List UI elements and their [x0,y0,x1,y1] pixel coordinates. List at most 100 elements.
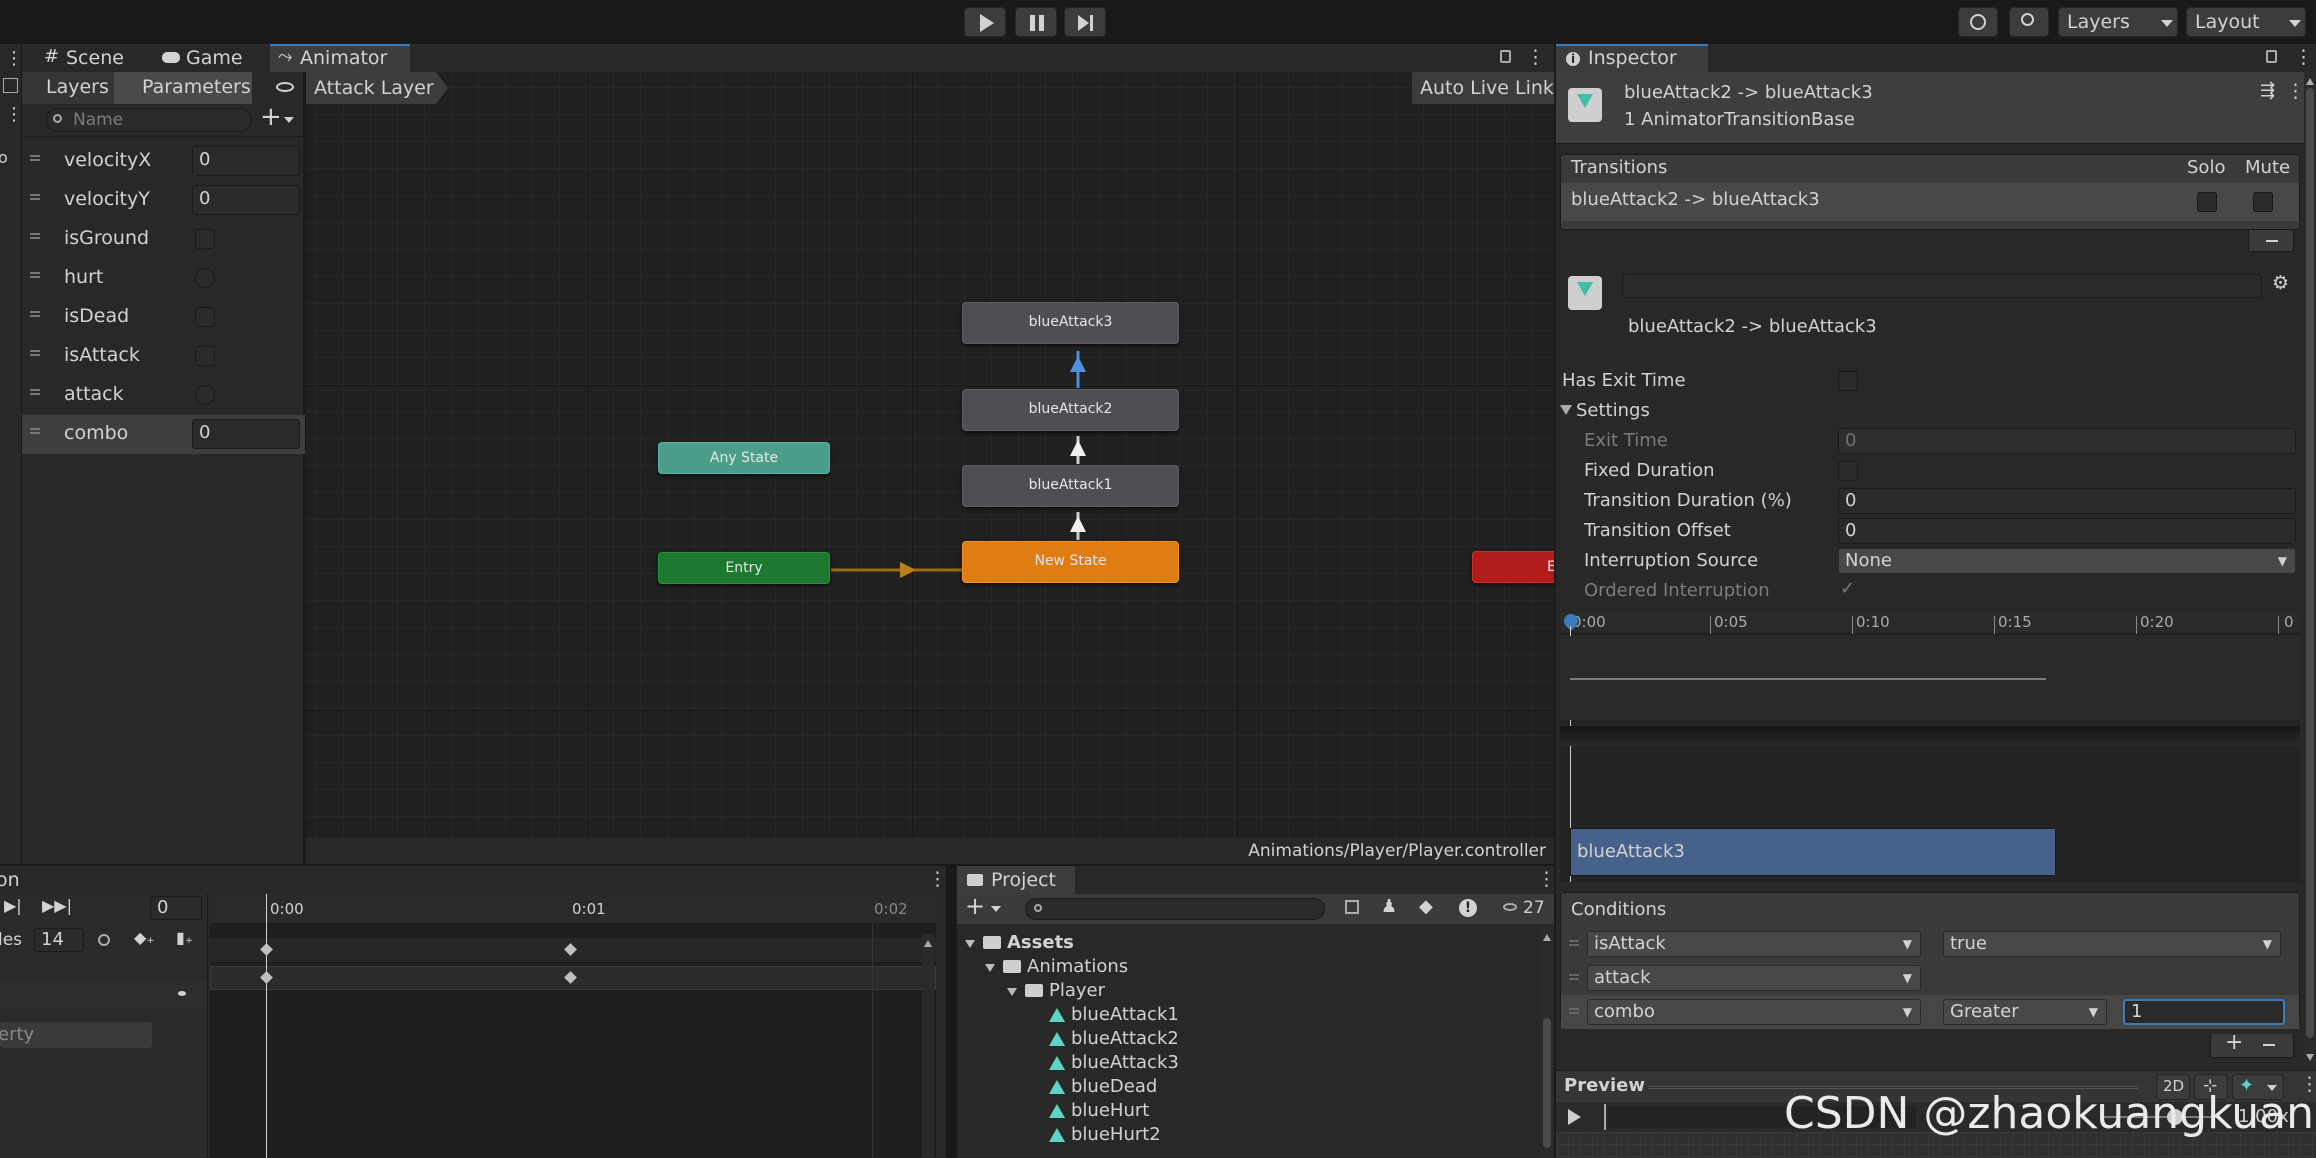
parameter-row-selected[interactable]: combo 0 [22,415,305,454]
dopesheet-scrollbar[interactable] [922,934,934,1158]
tab-game[interactable]: Game [156,44,266,72]
warning-icon[interactable]: ! [1459,899,1477,917]
more-options-icon[interactable]: ⋮ [2294,46,2313,68]
parameter-name[interactable]: isDead [64,305,129,327]
parameter-row[interactable]: velocityX 0 [22,142,305,181]
project-search-input[interactable] [1025,898,1325,920]
tree-item-animations[interactable]: Animations [985,956,1385,980]
condition-parameter-dropdown[interactable]: isAttack ▼ [1587,931,1921,957]
scroll-thumb[interactable] [1543,1018,1551,1148]
more-options-icon[interactable]: ⋮ [5,104,23,125]
preview-play-button[interactable] [1568,1109,1581,1125]
state-node-blueattack3[interactable]: blueAttack3 [962,302,1179,344]
panel-icon[interactable] [3,78,18,93]
drag-handle-icon[interactable] [30,428,40,434]
preset-icon[interactable]: ⇶ [2260,80,2275,101]
layers-dropdown[interactable]: Layers [2058,7,2178,37]
drag-handle-icon[interactable] [30,233,40,239]
more-options-icon[interactable]: ⋮ [5,48,23,69]
condition-row[interactable]: isAttack ▼ true ▼ [1561,927,2299,961]
parameter-name[interactable]: combo [64,422,128,444]
crosshair-icon[interactable] [98,934,110,946]
scroll-up-icon[interactable] [2306,78,2314,85]
tree-item-anim[interactable]: blueHurt2 [1049,1124,1349,1148]
add-parameter-button[interactable]: + [258,102,302,132]
lock-icon[interactable] [2266,50,2277,63]
condition-mode-dropdown[interactable]: true ▼ [1943,931,2281,957]
tab-scene[interactable]: # Scene [36,44,146,72]
drag-handle-icon[interactable] [1569,940,1579,946]
animator-graph[interactable]: Attack Layer Auto Live Link blueAttack3 … [306,72,1554,864]
drag-handle-icon[interactable] [30,389,40,395]
tab-inspector[interactable]: i Inspector [1556,44,1708,72]
any-state-node[interactable]: Any State [658,442,830,474]
parameter-int-field[interactable]: 0 [192,419,300,449]
timeline-ruler[interactable]: 0:00 0:05 0:10 0:15 0:20 0 [1560,612,2300,634]
search-options-icon[interactable] [1345,900,1359,914]
parameter-row[interactable]: isGround [22,220,305,259]
exit-node[interactable]: E [1472,551,1554,583]
transition-timeline[interactable]: 0:00 0:05 0:10 0:15 0:20 0 blueAttack3 [1560,612,2300,882]
drag-handle-icon[interactable] [30,272,40,278]
parameter-bool-checkbox[interactable] [195,229,215,249]
pause-button[interactable] [1015,7,1057,37]
parameter-name[interactable]: attack [64,383,124,405]
tree-item-assets[interactable]: Assets [965,932,1365,956]
parameter-float-field[interactable]: 0 [192,185,300,215]
transition-duration-field[interactable]: 0 [1838,488,2296,514]
parameter-search-input[interactable]: Name [46,108,252,132]
tab-layers[interactable]: Layers [22,72,114,104]
frame-field[interactable]: 0 [150,896,202,920]
playhead-line[interactable] [266,894,267,1158]
more-options-icon[interactable]: ⋮ [1526,46,1545,68]
tab-animator[interactable]: ⤳ Animator [270,44,410,72]
parameter-trigger-radio[interactable] [195,385,215,405]
dopesheet[interactable]: 0:00 0:01 0:02 [210,894,936,1158]
condition-parameter-dropdown[interactable]: attack ▼ [1587,965,1921,991]
parameter-name[interactable]: hurt [64,266,103,288]
tree-item-anim[interactable]: blueHurt [1049,1100,1349,1124]
eye-icon[interactable] [1503,903,1517,911]
more-options-icon[interactable]: ⋮ [2286,80,2305,102]
condition-row-selected[interactable]: combo ▼ Greater ▼ 1 [1561,995,2299,1029]
scroll-thumb[interactable] [2306,88,2314,1038]
condition-parameter-dropdown[interactable]: combo ▼ [1587,999,1921,1025]
inspector-scrollbar[interactable] [2304,72,2316,1068]
parameter-row[interactable]: isDead [22,298,305,337]
parameter-name[interactable]: isAttack [64,344,140,366]
has-exit-time-checkbox[interactable] [1838,371,1858,391]
condition-row[interactable]: attack ▼ [1561,961,2299,995]
state-node-blueattack1[interactable]: blueAttack1 [962,465,1179,507]
scroll-up-icon[interactable] [1543,934,1551,941]
condition-threshold-field[interactable]: 1 [2123,999,2285,1025]
drag-handle-icon[interactable] [1569,974,1579,980]
transition-offset-field[interactable]: 0 [1838,518,2296,544]
expand-arrow-icon[interactable] [1007,988,1017,996]
parameter-name[interactable]: isGround [64,227,149,249]
parameter-row[interactable]: hurt [22,259,305,298]
property-row-selected[interactable] [0,980,206,1008]
gear-icon[interactable]: ⚙ [2272,272,2289,294]
tree-item-anim[interactable]: blueAttack1 [1049,1004,1349,1028]
animation-tab-label[interactable]: on [0,869,20,891]
condition-mode-dropdown[interactable]: Greater ▼ [1943,999,2107,1025]
add-event-icon[interactable]: ▮₊ [176,928,193,947]
transition-name-field[interactable] [1622,274,2262,298]
drag-handle-icon[interactable] [30,155,40,161]
filter-label-icon[interactable]: ◆ [1419,896,1433,917]
layout-dropdown[interactable]: Layout [2186,7,2306,37]
interruption-source-dropdown[interactable]: None ▼ [1838,548,2296,574]
drag-handle-icon[interactable] [30,350,40,356]
next-key-icon[interactable]: ▶| [4,896,22,915]
add-property-button[interactable]: erty [0,1022,152,1048]
play-button[interactable] [964,7,1006,37]
tree-item-anim[interactable]: blueAttack2 [1049,1028,1349,1052]
search-button[interactable] [2009,7,2049,37]
samples-field[interactable]: 14 [34,928,84,952]
state-node-blueattack2[interactable]: blueAttack2 [962,389,1179,431]
parameter-bool-checkbox[interactable] [195,346,215,366]
step-button[interactable] [1064,7,1106,37]
more-options-icon[interactable]: ⋮ [928,868,947,890]
eye-icon[interactable] [276,82,294,92]
settings-foldout-icon[interactable] [1560,405,1572,415]
